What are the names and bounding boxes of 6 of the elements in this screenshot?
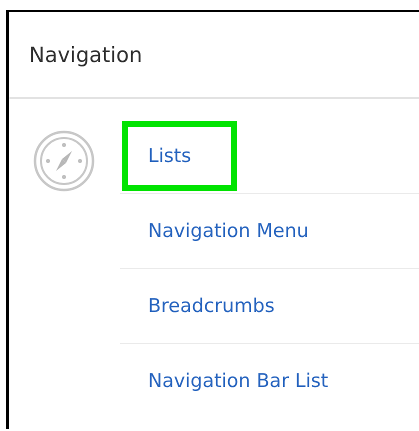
navigation-link[interactable]: Navigation Menu: [122, 196, 335, 266]
compass-icon: [33, 130, 95, 192]
panel-title: Navigation: [29, 42, 142, 66]
navigation-link[interactable]: Breadcrumbs: [122, 271, 301, 341]
navigation-link[interactable]: Lists: [122, 121, 238, 191]
navigation-link[interactable]: Navigation Bar List: [122, 346, 354, 416]
